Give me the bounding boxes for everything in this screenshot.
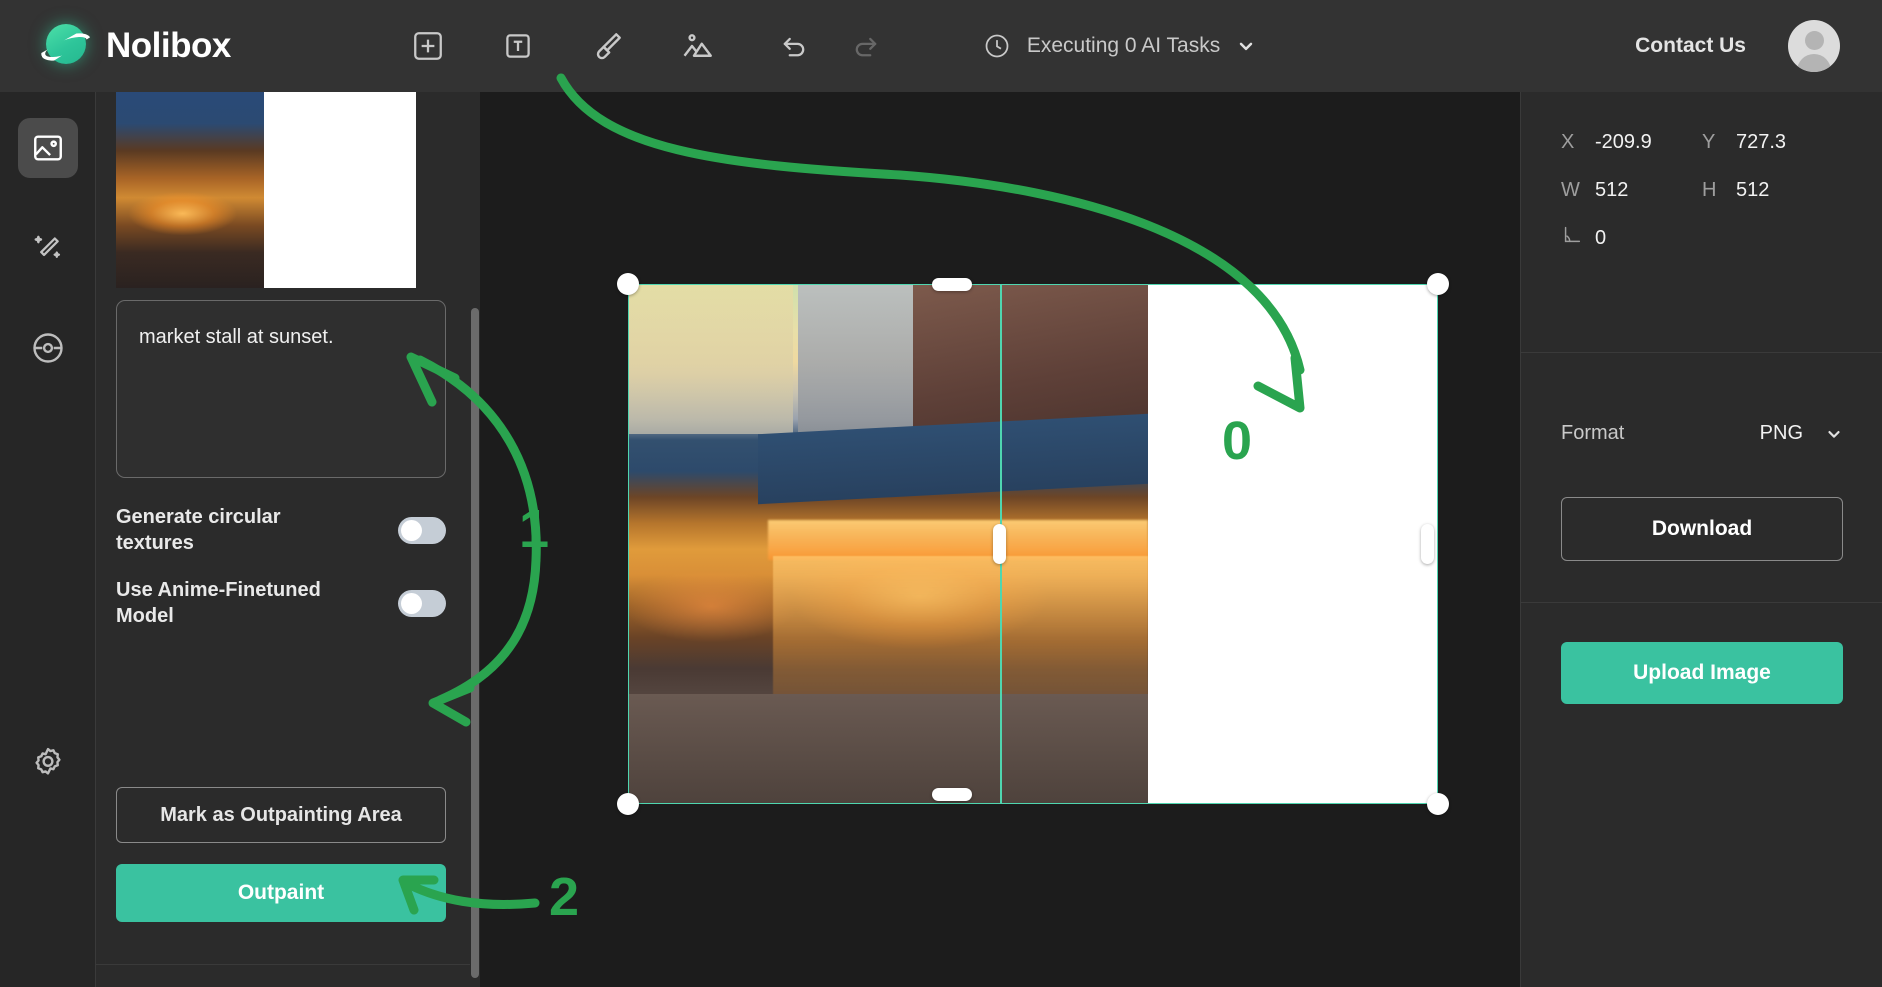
resize-handle-top-left[interactable] (617, 273, 639, 295)
left-panel: Generate circular textures Use Anime-Fin… (96, 92, 480, 987)
right-panel-divider-bottom (1521, 602, 1882, 603)
property-value-y[interactable]: 727.3 (1736, 131, 1786, 154)
resize-handle-bottom-right[interactable] (1427, 793, 1449, 815)
brand: Nolibox (42, 22, 231, 70)
thumbnail-outpaint-area (264, 92, 416, 288)
app-header: Nolibox Executing 0 AI Tasks Contact Us (0, 0, 1882, 92)
mark-outpainting-area-button[interactable]: Mark as Outpainting Area (116, 787, 446, 843)
resize-handle-bottom-left[interactable] (617, 793, 639, 815)
magic-wand-icon (34, 235, 61, 258)
option-row-circular-textures: Generate circular textures (116, 506, 446, 554)
left-panel-scrollbar-thumb[interactable] (471, 308, 479, 978)
brush-tool[interactable] (587, 25, 629, 67)
sidebar-item-image[interactable] (18, 118, 78, 178)
prompt-input[interactable] (116, 300, 446, 478)
angle-icon (1561, 224, 1595, 252)
user-avatar-icon[interactable] (1788, 20, 1840, 72)
property-value-rotation[interactable]: 0 (1595, 227, 1606, 250)
property-value-h[interactable]: 512 (1736, 179, 1769, 202)
contact-us-link[interactable]: Contact Us (1635, 34, 1746, 58)
parameters-to-image-row[interactable]: Parameters to Image (96, 964, 480, 987)
upload-image-button[interactable]: Upload Image (1561, 642, 1843, 704)
thumbnail-source-image (116, 92, 264, 288)
chevron-down-icon (1828, 430, 1840, 438)
add-element-tool[interactable] (407, 25, 449, 67)
option-label-anime-model: Use Anime-Finetuned Model (116, 579, 321, 627)
property-key-w: W (1561, 178, 1580, 201)
image-tool[interactable] (677, 25, 719, 67)
outpaint-button[interactable]: Outpaint (116, 864, 446, 922)
task-status-label: Executing 0 AI Tasks (1026, 34, 1221, 57)
sidebar-item-settings[interactable] (18, 732, 78, 792)
app-root: Nolibox Executing 0 AI Tasks Contact Us … (0, 0, 1882, 987)
header-toolbar (407, 25, 719, 67)
selection-bounding-box (628, 284, 1438, 804)
property-key-x: X (1561, 130, 1575, 153)
resize-handle-middle-left[interactable] (993, 524, 1006, 564)
text-tool[interactable] (497, 25, 539, 67)
undo-button[interactable] (773, 25, 815, 67)
pokeball-icon (33, 333, 63, 363)
brand-name: Nolibox (106, 26, 231, 65)
clock-icon (985, 34, 1009, 58)
redo-button[interactable] (845, 25, 887, 67)
image-thumbnail-preview[interactable] (116, 92, 416, 288)
property-key-y: Y (1702, 130, 1716, 153)
option-row-anime-model: Use Anime-Finetuned Model (116, 572, 446, 634)
canvas-area[interactable] (480, 92, 1520, 987)
format-select[interactable]: PNG (1760, 422, 1843, 445)
sidebar-item-magic-wand[interactable] (18, 218, 78, 278)
toggle-circular-textures[interactable] (398, 516, 446, 544)
left-panel-scrollbar-track (470, 92, 480, 987)
header-right: Contact Us (1635, 0, 1840, 92)
format-value: PNG (1759, 422, 1803, 444)
image-icon (34, 135, 62, 161)
download-button[interactable]: Download (1561, 497, 1843, 561)
gear-icon (35, 747, 61, 775)
property-row-rotation: 0 (1561, 214, 1843, 262)
format-row: Format PNG (1561, 422, 1843, 445)
option-label-circular-textures: Generate circular textures (116, 506, 281, 554)
transform-properties: X -209.9 Y 727.3 W 512 H 512 0 (1521, 92, 1882, 292)
planet-logo-icon (42, 22, 90, 70)
resize-handle-middle-right[interactable] (1421, 524, 1434, 564)
right-panel-divider-top (1521, 352, 1882, 353)
property-value-w[interactable]: 512 (1595, 179, 1628, 202)
resize-handle-top-right[interactable] (1427, 273, 1449, 295)
history-controls (773, 25, 887, 67)
property-value-x[interactable]: -209.9 (1595, 131, 1652, 154)
toggle-anime-model[interactable] (398, 589, 446, 617)
property-row-size: W 512 H 512 (1561, 166, 1843, 214)
format-label: Format (1561, 422, 1625, 444)
resize-handle-top-center[interactable] (932, 278, 972, 291)
right-panel: X -209.9 Y 727.3 W 512 H 512 0 Format PN… (1520, 92, 1882, 987)
task-status-dropdown[interactable]: Executing 0 AI Tasks (983, 32, 1256, 60)
sidebar-item-plugin[interactable] (18, 318, 78, 378)
property-key-h: H (1702, 178, 1717, 201)
left-rail (0, 92, 96, 987)
resize-handle-bottom-center[interactable] (932, 788, 972, 801)
property-row-position: X -209.9 Y 727.3 (1561, 118, 1843, 166)
chevron-down-icon (1239, 42, 1253, 51)
